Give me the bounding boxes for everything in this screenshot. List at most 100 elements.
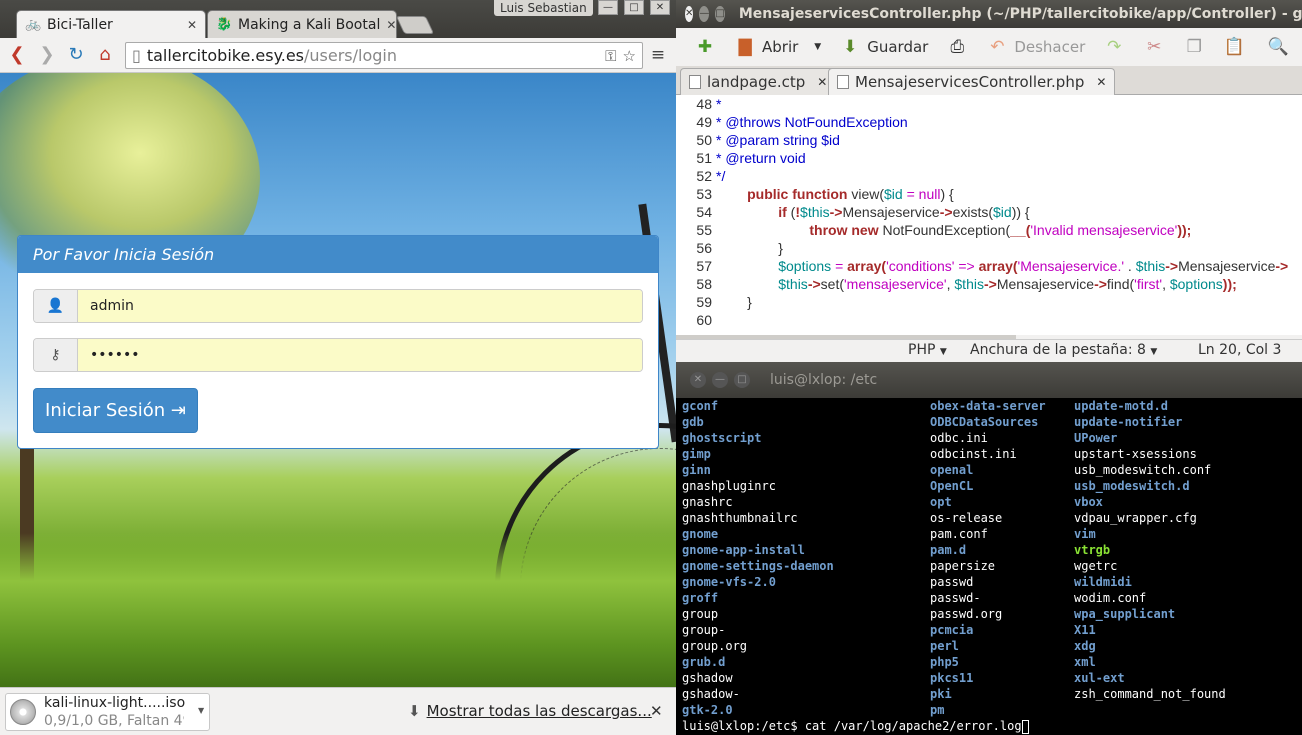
download-filename: kali-linux-light.....iso bbox=[44, 695, 186, 711]
cut-button[interactable]: ✂ bbox=[1137, 36, 1171, 58]
forward-icon[interactable]: ❯ bbox=[35, 43, 59, 67]
open-button[interactable]: ▇ Abrir ▼ bbox=[728, 36, 827, 58]
save-button[interactable]: ⬇ Guardar bbox=[833, 36, 934, 58]
browser-window: 🚲 Bici-Taller ✕ 🐉 Making a Kali Bootal ✕… bbox=[0, 0, 676, 735]
line-number: 54 bbox=[696, 204, 712, 220]
close-download-bar-icon[interactable]: ✕ bbox=[650, 702, 663, 720]
terminal-entry: group bbox=[682, 607, 719, 621]
line-number: 53 bbox=[696, 186, 712, 202]
terminal-entry: gnashpluginrc bbox=[682, 479, 776, 493]
terminal-row: gshadow pkcs11 xul-ext bbox=[682, 670, 1302, 686]
terminal-entry: pcmcia bbox=[930, 623, 974, 637]
terminal-entry: OpenCL bbox=[930, 479, 974, 493]
minimize-icon[interactable]: — bbox=[712, 372, 728, 388]
reload-icon[interactable]: ↻ bbox=[64, 43, 88, 67]
close-window-icon[interactable]: ✕ bbox=[650, 0, 670, 15]
undo-button[interactable]: ↶ Deshacer bbox=[980, 36, 1091, 58]
back-icon[interactable]: ❮ bbox=[5, 43, 29, 67]
terminal-entry: xdg bbox=[1074, 639, 1096, 653]
minimize-icon[interactable]: — bbox=[598, 0, 618, 15]
print-button[interactable]: ⎙ bbox=[940, 36, 974, 58]
terminal-row: gshadow-pki zsh_command_not_found bbox=[682, 686, 1302, 702]
new-document-icon: ✚ bbox=[697, 37, 713, 57]
tab-label: landpage.ctp bbox=[707, 73, 806, 91]
copy-icon: ❐ bbox=[1186, 37, 1202, 57]
home-icon[interactable]: ⌂ bbox=[93, 43, 117, 67]
bookmark-star-icon[interactable]: ☆ bbox=[623, 47, 636, 65]
profile-badge[interactable]: Luis Sebastian bbox=[494, 0, 593, 16]
copy-button[interactable]: ❐ bbox=[1177, 36, 1211, 58]
terminal-entry: pam.d bbox=[930, 543, 967, 557]
close-tab-icon[interactable]: ✕ bbox=[386, 18, 396, 32]
terminal-entry: passwd bbox=[930, 575, 974, 589]
new-tab-button[interactable] bbox=[395, 16, 435, 34]
line-number: 58 bbox=[696, 276, 712, 292]
close-tab-icon[interactable]: ✕ bbox=[1096, 75, 1106, 89]
terminal-entry: upstart-xsessions bbox=[1074, 447, 1197, 461]
terminal-row: group passwd.org wpa_supplicant bbox=[682, 606, 1302, 622]
terminal-entry: ginn bbox=[682, 463, 711, 477]
terminal-entry: vtrgb bbox=[1074, 543, 1111, 557]
username-group: 👤 admin bbox=[33, 289, 643, 323]
login-button[interactable]: Iniciar Sesión ⇥ bbox=[33, 388, 198, 433]
paste-button[interactable]: 📋 bbox=[1217, 36, 1251, 58]
maximize-icon[interactable]: □ bbox=[734, 372, 750, 388]
menu-icon[interactable]: ≡ bbox=[649, 46, 667, 64]
code-line: * @param string $id bbox=[716, 132, 840, 148]
tab-landpage[interactable]: landpage.ctp ✕ bbox=[680, 68, 837, 95]
line-number: 51 bbox=[696, 150, 712, 166]
tab-kali-bootable[interactable]: 🐉 Making a Kali Bootal ✕ bbox=[207, 10, 397, 38]
download-item[interactable]: kali-linux-light.....iso 0,9/1,0 GB, Fal… bbox=[5, 693, 210, 731]
line-number: 56 bbox=[696, 240, 712, 256]
code-line: $options = array('conditions' => array('… bbox=[778, 258, 1289, 274]
download-menu-arrow-icon[interactable]: ▼ bbox=[198, 706, 204, 715]
terminal-entry: grub.d bbox=[682, 655, 726, 669]
terminal-entry: pkcs11 bbox=[930, 671, 974, 685]
close-tab-icon[interactable]: ✕ bbox=[187, 18, 197, 32]
terminal-title: luis@lxlop: /etc bbox=[770, 372, 878, 388]
terminal-entry: os-release bbox=[930, 511, 1003, 525]
terminal-entry: gshadow bbox=[682, 671, 733, 685]
terminal-entry: gdb bbox=[682, 415, 704, 429]
terminal-entry: update-motd.d bbox=[1074, 399, 1168, 413]
search-button[interactable]: 🔍 bbox=[1261, 36, 1295, 58]
terminal-entry: obex-data-server bbox=[930, 399, 1046, 413]
key-icon[interactable]: ⚿ bbox=[605, 47, 616, 65]
login-page: Por Favor Inicia Sesión 👤 admin ⚷ ••••••… bbox=[0, 73, 676, 687]
terminal-entry: gnome bbox=[682, 527, 719, 541]
terminal-window[interactable]: ✕ — □ luis@lxlop: /etc gconf obex-data-se… bbox=[676, 362, 1302, 735]
code-line: * @throws NotFoundException bbox=[716, 114, 908, 130]
terminal-row: grub.d php5 xml bbox=[682, 654, 1302, 670]
terminal-entry: pm bbox=[930, 703, 945, 717]
terminal-entry: wgetrc bbox=[1074, 559, 1118, 573]
address-bar[interactable]: ▯ tallercitobike.esy.es/users/login ⚿ ☆ bbox=[125, 42, 643, 69]
close-window-icon[interactable]: ✕ bbox=[685, 6, 694, 22]
username-input[interactable]: admin bbox=[78, 290, 642, 322]
code-line: if (!$this->Mensajeservice->exists($id))… bbox=[778, 204, 1030, 220]
language-selector[interactable]: PHP ▼ bbox=[908, 342, 947, 358]
tab-width-selector[interactable]: Anchura de la pestaña: 8 ▼ bbox=[970, 342, 1157, 358]
new-document-button[interactable]: ✚ bbox=[688, 36, 722, 58]
maximize-icon[interactable]: □ bbox=[624, 0, 644, 15]
minimize-icon[interactable]: — bbox=[699, 6, 710, 22]
terminal-output: gconf obex-data-server update-motd.d gdb ODB… bbox=[682, 398, 1302, 735]
background-grass bbox=[0, 533, 676, 687]
terminal-row: gnome-settings-daemon papersize wgetrc bbox=[682, 558, 1302, 574]
terminal-row: gnome-app-install pam.d vtrgb bbox=[682, 542, 1302, 558]
terminal-entry: vdpau_wrapper.cfg bbox=[1074, 511, 1197, 525]
close-window-icon[interactable]: ✕ bbox=[690, 372, 706, 388]
tab-bici-taller[interactable]: 🚲 Bici-Taller ✕ bbox=[16, 10, 206, 38]
close-tab-icon[interactable]: ✕ bbox=[817, 75, 827, 89]
terminal-entry: group- bbox=[682, 623, 726, 637]
show-all-downloads-link[interactable]: ⬇ Mostrar todas las descargas... bbox=[408, 702, 652, 720]
terminal-prompt[interactable]: luis@lxlop:/etc$ cat /var/log/apache2/er… bbox=[682, 718, 1302, 734]
code-editor[interactable]: 48 49 50 51 52 53 54 55 56 57 58 59 60 *… bbox=[676, 95, 1302, 335]
open-dropdown-icon[interactable]: ▼ bbox=[814, 42, 821, 52]
password-input[interactable]: •••••• bbox=[78, 339, 642, 371]
code-line: } bbox=[716, 294, 752, 310]
maximize-icon[interactable]: □ bbox=[715, 6, 725, 22]
redo-button[interactable]: ↷ bbox=[1097, 36, 1131, 58]
line-number: 59 bbox=[696, 294, 712, 310]
tab-mensajeservices-controller[interactable]: MensajeservicesController.php ✕ bbox=[828, 68, 1116, 95]
